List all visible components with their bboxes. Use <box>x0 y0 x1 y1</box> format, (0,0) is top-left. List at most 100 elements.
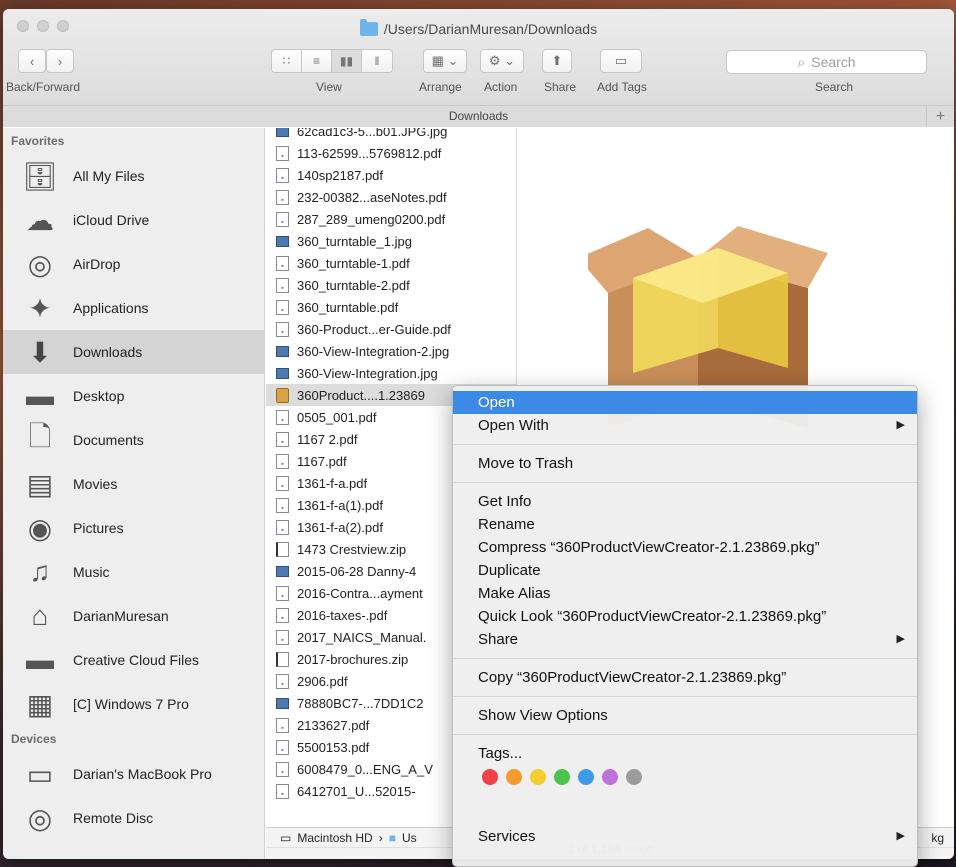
add-tags-button[interactable]: ▭ <box>600 49 642 73</box>
pdf-file-icon: ▪ <box>276 145 289 161</box>
file-row[interactable]: ▪ 360_turntable.pdf <box>266 296 516 318</box>
menu-item-open[interactable]: Open With ▶ <box>453 414 917 437</box>
tag-color-dot[interactable] <box>482 769 498 785</box>
network-drive-icon: ▦ <box>26 688 54 720</box>
menu-item-compress[interactable]: Compress “360ProductViewCreator-2.1.2386… <box>453 536 917 559</box>
arrange-icon: ▦ ⌄ <box>431 53 459 68</box>
sidebar-item-label: All My Files <box>73 168 145 184</box>
sidebar-item-pictures[interactable]: ◉ Pictures <box>3 506 264 550</box>
forward-button[interactable]: › <box>46 49 74 73</box>
menu-item-label: Open With <box>478 417 549 434</box>
file-row[interactable]: 62cad1c3-5...b01.JPG.jpg <box>266 128 516 142</box>
action-button[interactable]: ⚙ ⌄ <box>480 49 524 73</box>
menu-item-show[interactable]: Show View Options <box>453 704 917 727</box>
arrange-button[interactable]: ▦ ⌄ <box>423 49 467 73</box>
image-file-icon <box>276 565 289 577</box>
file-row[interactable]: 360-View-Integration-2.jpg <box>266 340 516 362</box>
tag-color-dot[interactable] <box>506 769 522 785</box>
tag-icon: ▭ <box>614 53 628 68</box>
tag-color-dot[interactable] <box>554 769 570 785</box>
sidebar-item-remote-disc[interactable]: ◎ Remote Disc <box>3 796 264 840</box>
menu-item-rename[interactable]: Rename <box>453 513 917 536</box>
search-input[interactable]: ⌕ Search <box>726 50 927 74</box>
pdf-file-icon: ▪ <box>276 189 289 205</box>
menu-item-make[interactable]: Make Alias <box>453 582 917 605</box>
menu-item-share[interactable]: Share ▶ <box>453 628 917 651</box>
view-segmented-control[interactable]: ∷ ≡ ▮▮ ‖ <box>271 49 393 73</box>
column-view-icon[interactable]: ▮▮ <box>332 50 362 72</box>
menu-item-quick[interactable]: Quick Look “360ProductViewCreator-2.1.23… <box>453 605 917 628</box>
menu-item-copy[interactable]: Copy “360ProductViewCreator-2.1.23869.pk… <box>453 666 917 689</box>
menu-item-label: Quick Look “360ProductViewCreator-2.1.23… <box>478 608 827 625</box>
tag-color-dot[interactable] <box>602 769 618 785</box>
sidebar-item-applications[interactable]: ✦ Applications <box>3 286 264 330</box>
sidebar-item-label: Music <box>73 564 110 580</box>
menu-item-duplicate[interactable]: Duplicate <box>453 559 917 582</box>
menu-item-open[interactable]: Open <box>453 391 917 414</box>
file-row[interactable]: ▪ 287_289_umeng0200.pdf <box>266 208 516 230</box>
add-tags-label: Add Tags <box>597 80 647 94</box>
back-button[interactable]: ‹ <box>18 49 46 73</box>
sidebar-item-downloads[interactable]: ⬇ Downloads <box>3 330 264 374</box>
airdrop-icon: ◎ <box>27 248 53 280</box>
action-label: Action <box>484 80 518 94</box>
sidebar-item-desktop[interactable]: ▬ Desktop <box>3 374 264 418</box>
menu-item-move[interactable]: Move to Trash <box>453 452 917 475</box>
pdf-file-icon: ▪ <box>276 167 289 183</box>
image-file-icon <box>276 697 289 709</box>
sidebar-item-music[interactable]: ♫ Music <box>3 550 264 594</box>
cover-flow-icon[interactable]: ‖ <box>362 50 392 72</box>
sidebar-item-movies[interactable]: ▤ Movies <box>3 462 264 506</box>
file-row[interactable]: ▪ 360_turntable-1.pdf <box>266 252 516 274</box>
download-icon: ⬇ <box>28 336 52 368</box>
context-menu: Open Open With ▶ Move to Trash Get Info Renam… <box>452 385 918 867</box>
file-name: 1473 Crestview.zip <box>297 541 407 557</box>
sidebar-item-label: AirDrop <box>73 256 121 272</box>
movies-icon: ▤ <box>26 468 54 500</box>
file-row[interactable]: 360-View-Integration.jpg <box>266 362 516 384</box>
sidebar-item-label: Documents <box>73 432 144 448</box>
sidebar-item-darian-s-macbook-pro[interactable]: ▭ Darian's MacBook Pro <box>3 752 264 796</box>
sidebar-item-icloud-drive[interactable]: ☁ iCloud Drive <box>3 198 264 242</box>
file-name: 2133627.pdf <box>297 717 370 733</box>
file-row[interactable]: 360_turntable_1.jpg <box>266 230 516 252</box>
zip-file-icon <box>276 651 289 667</box>
icon-view-icon[interactable]: ∷ <box>272 50 302 72</box>
file-row[interactable]: ▪ 113-62599...5769812.pdf <box>266 142 516 164</box>
sidebar-item-darianmuresan[interactable]: ⌂ DarianMuresan <box>3 594 264 638</box>
file-name: 360-View-Integration.jpg <box>297 365 438 381</box>
disc-icon: ◎ <box>27 802 53 834</box>
chevron-left-icon: ‹ <box>29 53 35 69</box>
file-row[interactable]: ▪ 360-Product...er-Guide.pdf <box>266 318 516 340</box>
file-name: 1361-f-a(1).pdf <box>297 497 383 513</box>
menu-item-get[interactable]: Get Info <box>453 490 917 513</box>
sidebar-item-creative-cloud-files[interactable]: ▬ Creative Cloud Files <box>3 638 264 682</box>
search-label: Search <box>815 80 854 94</box>
file-row[interactable]: ▪ 140sp2187.pdf <box>266 164 516 186</box>
tab-downloads[interactable]: Downloads + <box>3 105 954 127</box>
menu-separator <box>453 734 917 735</box>
share-icon: ⬆ <box>551 53 563 68</box>
sidebar-item-label: Pictures <box>73 520 124 536</box>
sidebar-item-documents[interactable]: 🗋 Documents <box>3 418 264 462</box>
sidebar-item-all-my-files[interactable]: 🗄 All My Files <box>3 154 264 198</box>
pdf-file-icon: ▪ <box>276 431 289 447</box>
file-row[interactable]: ▪ 360_turntable-2.pdf <box>266 274 516 296</box>
image-file-icon <box>276 128 289 137</box>
file-name: 360-View-Integration-2.jpg <box>297 343 450 359</box>
tag-color-dot[interactable] <box>578 769 594 785</box>
share-button[interactable]: ⬆ <box>542 49 572 73</box>
list-view-icon[interactable]: ≡ <box>302 50 332 72</box>
sidebar-item-c-windows-7-pro[interactable]: ▦ [C] Windows 7 Pro <box>3 682 264 726</box>
tag-color-dot[interactable] <box>530 769 546 785</box>
new-tab-button[interactable]: + <box>926 106 954 127</box>
file-name: 360Product....1.23869 <box>297 387 425 403</box>
pdf-file-icon: ▪ <box>276 211 289 227</box>
file-row[interactable]: ▪ 232-00382...aseNotes.pdf <box>266 186 516 208</box>
menu-item-tags[interactable]: Tags... <box>453 742 917 765</box>
sidebar-item-airdrop[interactable]: ◎ AirDrop <box>3 242 264 286</box>
file-name: 2017_NAICS_Manual. <box>297 629 427 645</box>
menu-item-services[interactable]: Services ▶ <box>453 825 917 848</box>
documents-icon: 🗋 <box>28 421 52 452</box>
tag-color-dot[interactable] <box>626 769 642 785</box>
